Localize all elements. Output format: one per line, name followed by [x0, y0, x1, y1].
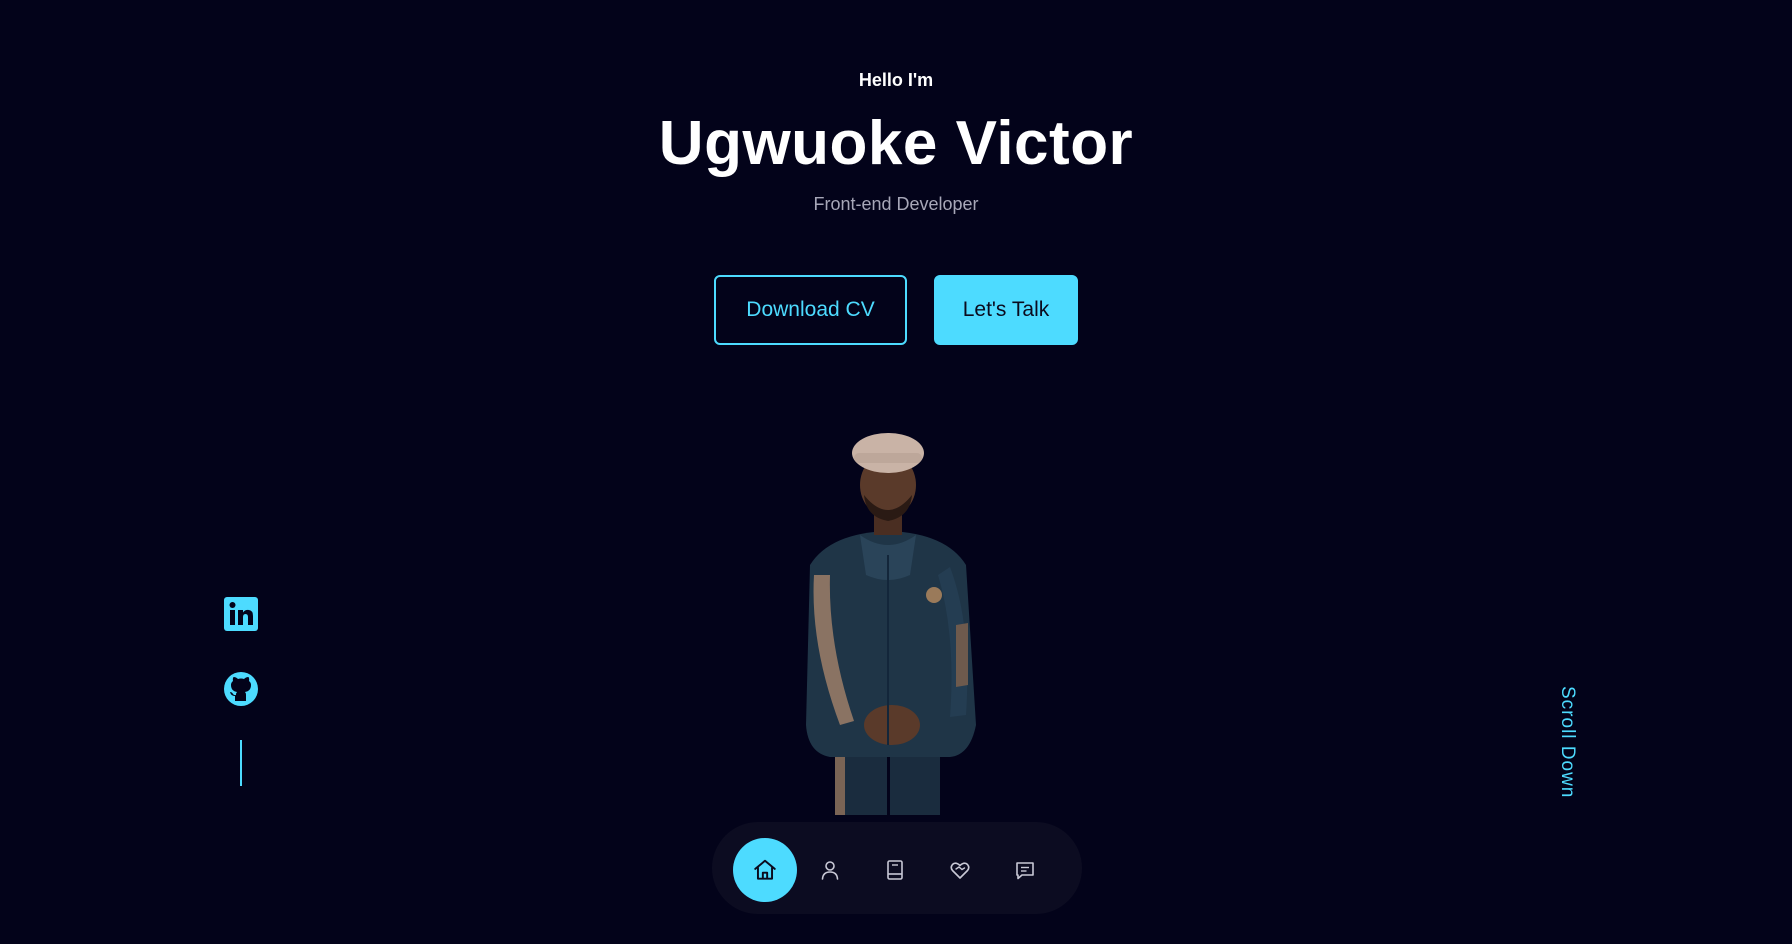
scroll-down-link[interactable]: Scroll Down — [1548, 686, 1578, 806]
linkedin-link[interactable] — [222, 595, 260, 633]
nav-contact[interactable] — [993, 838, 1057, 902]
social-divider-line — [240, 740, 242, 786]
hero-role: Front-end Developer — [813, 194, 979, 214]
profile-photo — [806, 433, 976, 815]
bottom-nav — [712, 822, 1082, 914]
heart-handshake-icon — [950, 862, 970, 879]
hero-name: Ugwuoke Victor — [658, 109, 1134, 178]
user-icon — [821, 861, 839, 880]
message-icon — [1016, 862, 1034, 880]
book-icon — [887, 860, 903, 880]
lets-talk-button[interactable]: Let's Talk — [934, 275, 1078, 345]
home-icon — [754, 859, 776, 880]
github-icon — [224, 672, 258, 706]
nav-home[interactable] — [733, 838, 797, 902]
github-link[interactable] — [222, 670, 260, 708]
nav-about[interactable] — [798, 838, 862, 902]
nav-services[interactable] — [928, 838, 992, 902]
linkedin-icon — [224, 597, 258, 631]
greeting-text: Hello I'm — [858, 70, 934, 90]
nav-experience[interactable] — [863, 838, 927, 902]
download-cv-button[interactable]: Download CV — [714, 275, 907, 345]
